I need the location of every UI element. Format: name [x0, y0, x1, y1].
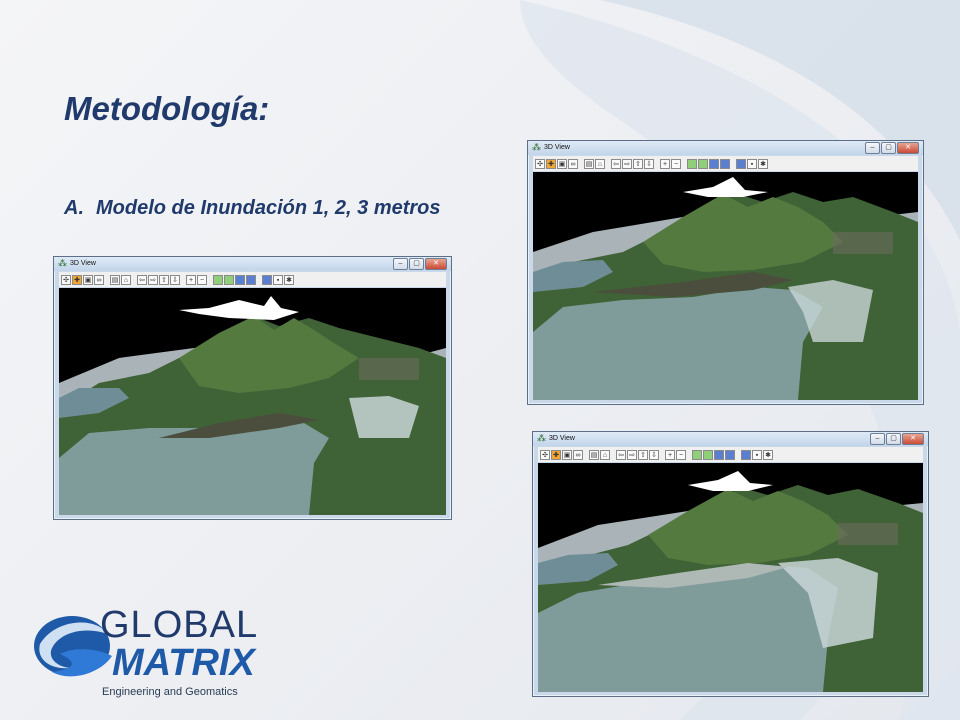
window-titlebar[interactable]: ⁂ 3D View – ▢ ✕: [528, 141, 923, 155]
toolbar: ✣ ✚ ▣ ∞ ▤ ⌂ ⇦ ⇨ ⇧ ⇩ + − ▪ ✱: [538, 447, 923, 462]
app-icon: ⁂: [532, 142, 541, 152]
move-icon[interactable]: ✚: [546, 158, 556, 169]
up-arrow-icon[interactable]: ⇧: [638, 449, 648, 460]
settings-icon[interactable]: ✱: [284, 274, 294, 285]
copy-icon[interactable]: ▣: [562, 449, 572, 460]
print-icon[interactable]: ▤: [584, 158, 594, 169]
chart-icon[interactable]: [698, 158, 708, 169]
layer-icon[interactable]: [725, 449, 735, 460]
zoom-in-icon[interactable]: +: [186, 274, 196, 285]
slide-subtitle: A. Modelo de Inundación 1, 2, 3 metros: [64, 197, 441, 220]
zoom-in-icon[interactable]: +: [665, 449, 675, 460]
forward-arrow-icon[interactable]: ⇨: [148, 274, 158, 285]
save-icon[interactable]: ▪: [747, 158, 757, 169]
map-icon[interactable]: [736, 158, 746, 169]
forward-arrow-icon[interactable]: ⇨: [627, 449, 637, 460]
app-icon: ⁂: [537, 433, 546, 443]
pan-icon[interactable]: ✣: [61, 274, 71, 285]
terrain-render: [59, 288, 446, 515]
logo-text-global: GLOBAL: [100, 604, 259, 646]
3d-viewport[interactable]: [533, 172, 918, 400]
maximize-button[interactable]: ▢: [881, 142, 896, 154]
chart-icon[interactable]: [703, 449, 713, 460]
logo-tagline: Engineering and Geomatics: [102, 686, 238, 698]
window-titlebar[interactable]: ⁂ 3D View – ▢ ✕: [533, 432, 928, 446]
window-title: 3D View: [544, 144, 570, 151]
down-arrow-icon[interactable]: ⇩: [170, 274, 180, 285]
home-icon[interactable]: ⌂: [595, 158, 605, 169]
app-icon: ⁂: [58, 258, 67, 268]
minimize-button[interactable]: –: [865, 142, 880, 154]
close-button[interactable]: ✕: [425, 258, 447, 270]
window-titlebar[interactable]: ⁂ 3D View – ▢ ✕: [54, 257, 451, 271]
zoom-out-icon[interactable]: −: [671, 158, 681, 169]
layer-icon[interactable]: [714, 449, 724, 460]
home-icon[interactable]: ⌂: [600, 449, 610, 460]
minimize-button[interactable]: –: [870, 433, 885, 445]
down-arrow-icon[interactable]: ⇩: [649, 449, 659, 460]
close-button[interactable]: ✕: [902, 433, 924, 445]
maximize-button[interactable]: ▢: [886, 433, 901, 445]
settings-icon[interactable]: ✱: [763, 449, 773, 460]
maximize-button[interactable]: ▢: [409, 258, 424, 270]
binoculars-icon[interactable]: ∞: [94, 274, 104, 285]
up-arrow-icon[interactable]: ⇧: [159, 274, 169, 285]
minimize-button[interactable]: –: [393, 258, 408, 270]
up-arrow-icon[interactable]: ⇧: [633, 158, 643, 169]
list-item-text: Modelo de Inundación 1, 2, 3 metros: [96, 197, 441, 219]
back-arrow-icon[interactable]: ⇦: [616, 449, 626, 460]
3d-view-window-3m[interactable]: ⁂ 3D View – ▢ ✕ ✣ ✚ ▣ ∞ ▤ ⌂ ⇦ ⇨ ⇧ ⇩ + − …: [532, 431, 929, 697]
binoculars-icon[interactable]: ∞: [568, 158, 578, 169]
toolbar: ✣ ✚ ▣ ∞ ▤ ⌂ ⇦ ⇨ ⇧ ⇩ + − ▪ ✱: [533, 156, 918, 171]
slide-title: Metodología:: [64, 90, 270, 127]
chart-icon[interactable]: [224, 274, 234, 285]
layer-icon[interactable]: [235, 274, 245, 285]
window-title: 3D View: [549, 435, 575, 442]
map-icon[interactable]: [741, 449, 751, 460]
pan-icon[interactable]: ✣: [535, 158, 545, 169]
list-marker: A.: [64, 197, 84, 219]
layer-icon[interactable]: [720, 158, 730, 169]
layer-icon[interactable]: [246, 274, 256, 285]
pan-icon[interactable]: ✣: [540, 449, 550, 460]
save-icon[interactable]: ▪: [273, 274, 283, 285]
3d-viewport[interactable]: [538, 463, 923, 692]
back-arrow-icon[interactable]: ⇦: [137, 274, 147, 285]
forward-arrow-icon[interactable]: ⇨: [622, 158, 632, 169]
chart-icon[interactable]: [213, 274, 223, 285]
down-arrow-icon[interactable]: ⇩: [644, 158, 654, 169]
logo-text-matrix: MATRIX: [112, 642, 255, 684]
3d-view-window-1m[interactable]: ⁂ 3D View – ▢ ✕ ✣ ✚ ▣ ∞ ▤ ⌂ ⇦ ⇨ ⇧ ⇩ + − …: [53, 256, 452, 520]
move-icon[interactable]: ✚: [551, 449, 561, 460]
window-title: 3D View: [70, 260, 96, 267]
3d-viewport[interactable]: [59, 288, 446, 515]
print-icon[interactable]: ▤: [589, 449, 599, 460]
3d-view-window-2m[interactable]: ⁂ 3D View – ▢ ✕ ✣ ✚ ▣ ∞ ▤ ⌂ ⇦ ⇨ ⇧ ⇩ + − …: [527, 140, 924, 405]
zoom-out-icon[interactable]: −: [197, 274, 207, 285]
terrain-render: [538, 463, 923, 692]
layer-icon[interactable]: [709, 158, 719, 169]
settings-icon[interactable]: ✱: [758, 158, 768, 169]
back-arrow-icon[interactable]: ⇦: [611, 158, 621, 169]
close-button[interactable]: ✕: [897, 142, 919, 154]
copy-icon[interactable]: ▣: [557, 158, 567, 169]
save-icon[interactable]: ▪: [752, 449, 762, 460]
move-icon[interactable]: ✚: [72, 274, 82, 285]
toolbar: ✣ ✚ ▣ ∞ ▤ ⌂ ⇦ ⇨ ⇧ ⇩ + − ▪ ✱: [59, 272, 446, 287]
zoom-out-icon[interactable]: −: [676, 449, 686, 460]
chart-icon[interactable]: [692, 449, 702, 460]
map-icon[interactable]: [262, 274, 272, 285]
print-icon[interactable]: ▤: [110, 274, 120, 285]
terrain-render: [533, 172, 918, 400]
binoculars-icon[interactable]: ∞: [573, 449, 583, 460]
copy-icon[interactable]: ▣: [83, 274, 93, 285]
home-icon[interactable]: ⌂: [121, 274, 131, 285]
chart-icon[interactable]: [687, 158, 697, 169]
company-logo: GLOBAL MATRIX Engineering and Geomatics: [30, 598, 290, 703]
zoom-in-icon[interactable]: +: [660, 158, 670, 169]
